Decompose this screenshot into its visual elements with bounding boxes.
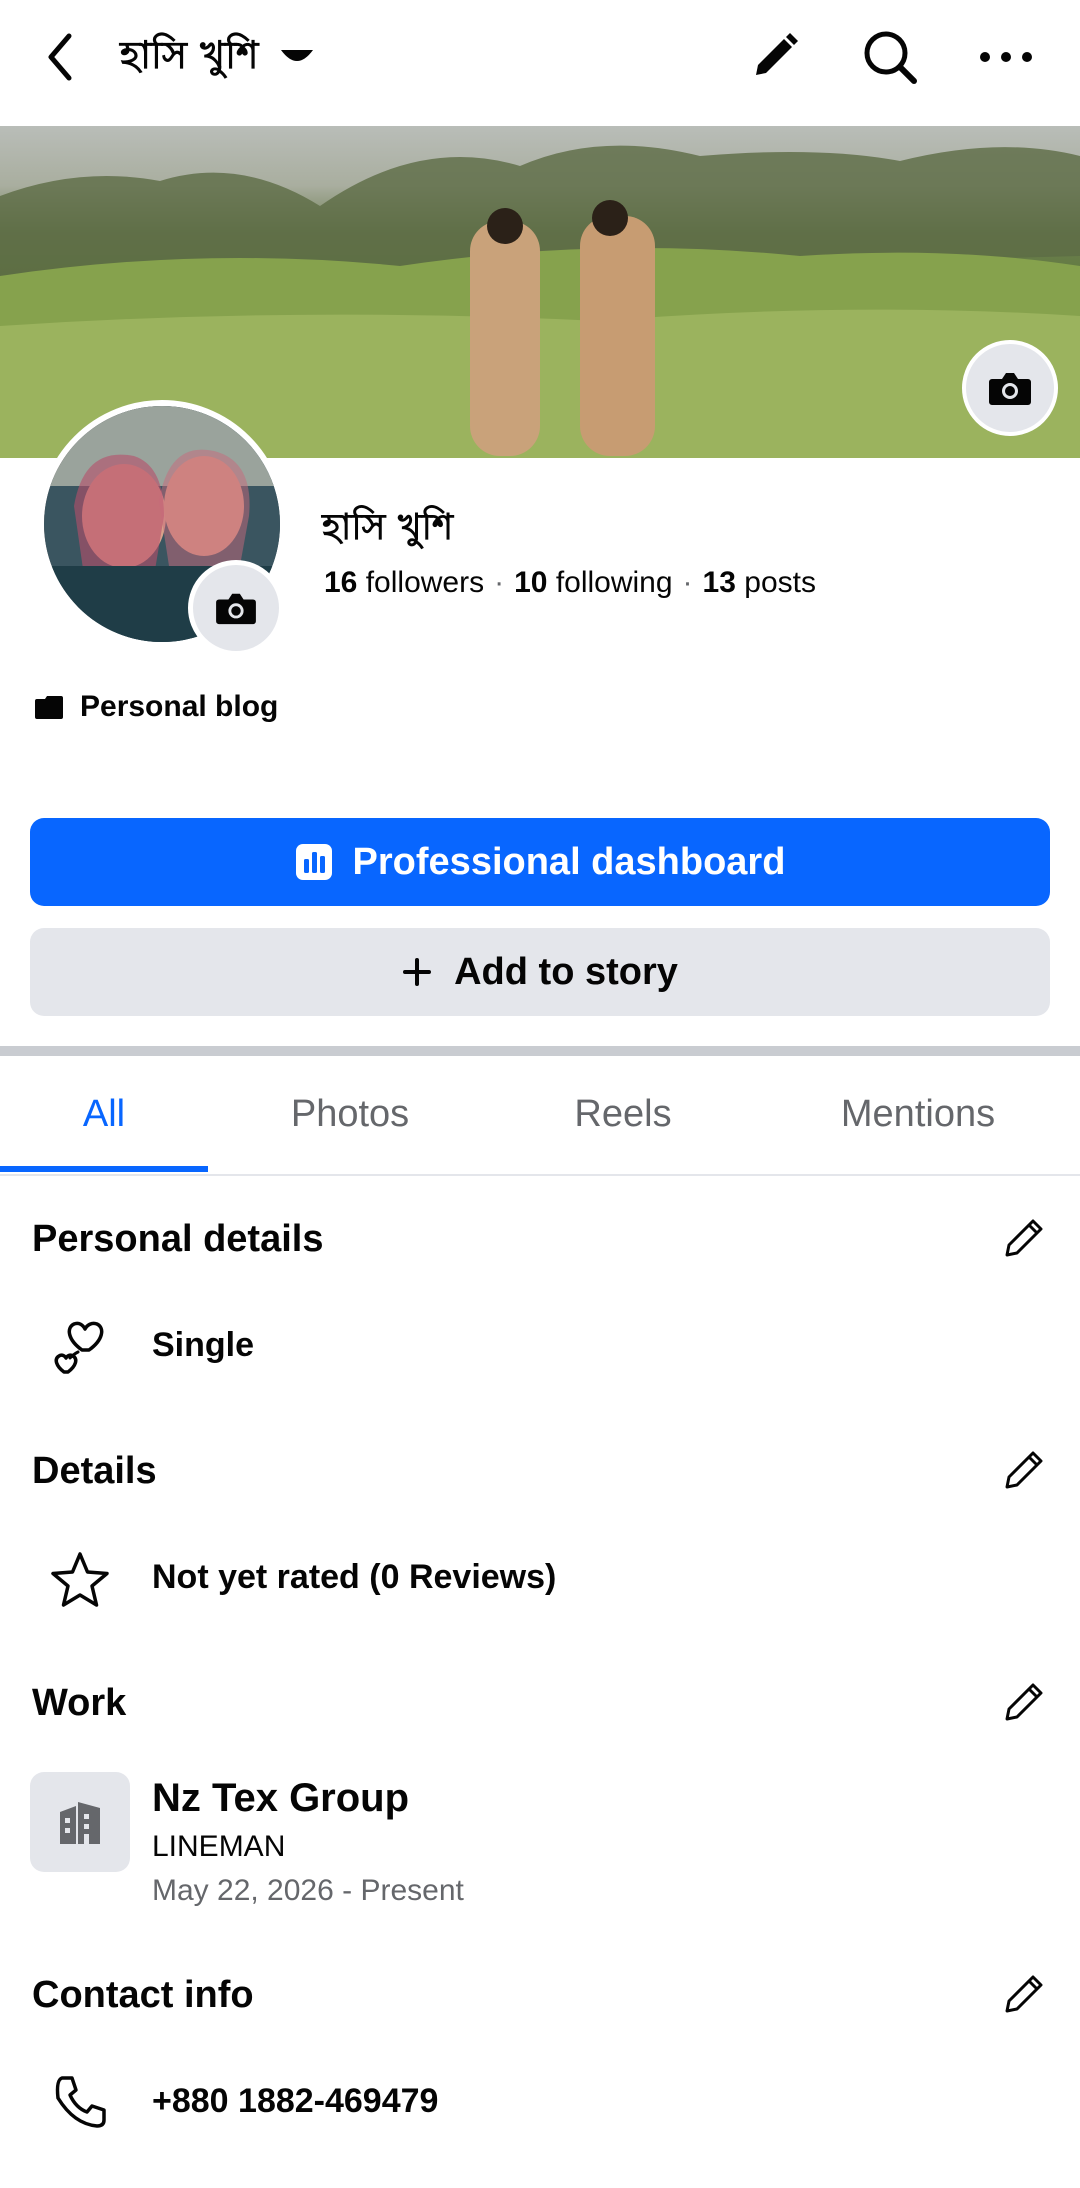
tab-all[interactable]: All [0, 1056, 208, 1172]
profile-stats: 16 followers · 10 following · 13 posts [324, 566, 816, 600]
tab-mentions[interactable]: Mentions [808, 1056, 1028, 1172]
avatar-camera-button[interactable] [188, 560, 284, 656]
dashboard-icon [295, 844, 332, 880]
search-button[interactable] [848, 20, 932, 94]
caret-down-icon [277, 38, 317, 78]
following-count[interactable]: 10 [514, 566, 547, 600]
edit-details-button[interactable] [996, 1442, 1052, 1498]
professional-dashboard-button[interactable]: Professional dashboard [30, 818, 1050, 906]
profile-category: Personal blog [34, 690, 278, 724]
pencil-icon [756, 33, 798, 75]
active-tab-indicator [0, 1166, 208, 1172]
edit-profile-button[interactable] [732, 20, 816, 94]
plus-icon [403, 958, 432, 986]
pencil-outline-icon [1005, 1219, 1043, 1257]
professional-dashboard-label: Professional dashboard [352, 840, 786, 883]
cover-camera-button[interactable] [962, 340, 1058, 436]
company-name[interactable]: Nz Tex Group [152, 1776, 409, 1821]
edit-contact-button[interactable] [996, 1966, 1052, 2022]
personal-details-title: Personal details [32, 1218, 324, 1260]
work-dates: May 22, 2026 - Present [152, 1874, 464, 1907]
pencil-outline-icon [1005, 1451, 1043, 1489]
posts-label: posts [744, 566, 816, 599]
profile-switcher[interactable]: হাসি খুশি [120, 28, 317, 88]
followers-count[interactable]: 16 [324, 566, 357, 600]
category-label: Personal blog [80, 690, 279, 723]
posts-count: 13 [702, 566, 736, 599]
following-label[interactable]: following [556, 566, 673, 600]
camera-icon [216, 593, 256, 625]
add-to-story-button[interactable]: Add to story [30, 928, 1050, 1016]
rating-text: Not yet rated (0 Reviews) [152, 1558, 557, 1596]
edit-work-button[interactable] [996, 1674, 1052, 1730]
followers-label[interactable]: followers [366, 566, 484, 600]
separator-dot: · [682, 566, 693, 599]
edit-personal-details-button[interactable] [996, 1210, 1052, 1266]
back-arrow-icon [48, 33, 72, 81]
relationship-status: Single [152, 1326, 255, 1364]
section-divider [0, 1046, 1080, 1056]
page-title: হাসি খুশি [120, 33, 259, 77]
company-icon [30, 1772, 130, 1872]
phone-icon [44, 2066, 116, 2138]
building-icon [60, 1802, 100, 1844]
separator-dot: · [494, 566, 505, 599]
pencil-outline-icon [1005, 1683, 1043, 1721]
pencil-outline-icon [1005, 1975, 1043, 2013]
search-icon [864, 31, 917, 84]
phone-number[interactable]: +880 1882-469479 [152, 2082, 438, 2121]
more-icon [980, 52, 1032, 62]
work-title: Work [32, 1682, 127, 1724]
camera-icon [989, 373, 1031, 405]
relationship-icon [44, 1310, 116, 1382]
category-icon [35, 696, 63, 719]
details-title: Details [32, 1450, 157, 1492]
tab-photos[interactable]: Photos [250, 1056, 450, 1172]
profile-name: হাসি খুশি [322, 507, 454, 548]
back-button[interactable] [30, 22, 90, 92]
contact-info-title: Contact info [32, 1974, 254, 2016]
tab-reels[interactable]: Reels [520, 1056, 726, 1172]
star-icon [44, 1544, 116, 1616]
job-title: LINEMAN [152, 1830, 286, 1863]
more-options-button[interactable] [964, 20, 1048, 94]
add-to-story-label: Add to story [454, 950, 678, 993]
